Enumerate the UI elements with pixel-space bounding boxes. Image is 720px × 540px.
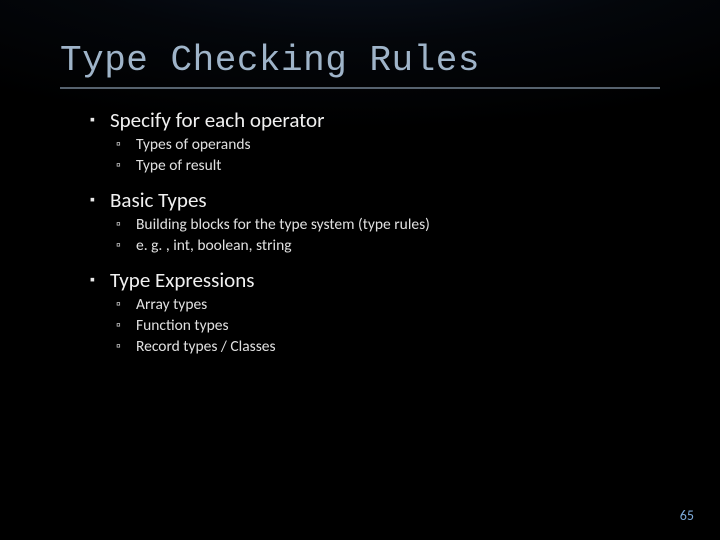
sub-bullet: e. g. , int, boolean, string [116,236,720,257]
slide-content: Specify for each operator Types of opera… [90,107,720,357]
bullet-2: Basic Types [90,187,720,213]
slide-title: Type Checking Rules [60,40,720,81]
sub-bullet: Types of operands [116,135,720,156]
sub-bullet: Record types / Classes [116,337,720,358]
sub-bullet: Building blocks for the type system (typ… [116,215,720,236]
bullet-3: Type Expressions [90,267,720,293]
sub-bullet: Array types [116,295,720,316]
bullet-1: Specify for each operator [90,107,720,133]
sub-bullet: Function types [116,316,720,337]
sub-bullet: Type of result [116,156,720,177]
title-underline [60,87,660,89]
slide: Type Checking Rules Specify for each ope… [0,0,720,540]
page-number: 65 [680,507,694,524]
